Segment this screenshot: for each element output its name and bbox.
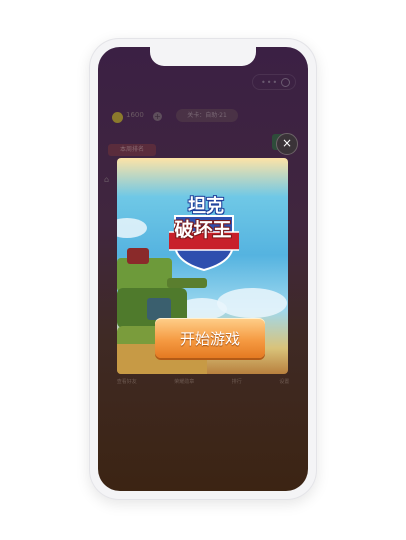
start-game-button[interactable]: 开始游戏 (155, 318, 265, 358)
level-indicator: 关卡：自助·21 (176, 109, 238, 122)
more-icon[interactable]: ••• (261, 78, 278, 87)
cloud-decoration (117, 218, 147, 238)
app-screen: ••• 1600 + 关卡：自助·21 本周排名 ⌂ 查看好友 荣耀勋章 排行 … (98, 47, 308, 491)
mini-program-capsule[interactable]: ••• (252, 74, 296, 90)
coin-value: 1600 (126, 111, 144, 119)
tab-friends[interactable]: 查看好友 (117, 378, 137, 385)
home-icon[interactable]: ⌂ (104, 175, 109, 184)
tab-ranking[interactable]: 排行 (232, 378, 242, 385)
ranking-tag[interactable]: 本周排名 (108, 144, 156, 156)
phone-notch (150, 47, 256, 66)
bottom-tab-bar: 查看好友 荣耀勋章 排行 设置 (98, 378, 308, 385)
coin-icon (112, 112, 123, 123)
tab-settings[interactable]: 设置 (279, 378, 289, 385)
exit-circle-icon[interactable] (281, 78, 290, 87)
game-popup: 坦克 破坏王 开始游戏 (117, 158, 288, 374)
game-title-line2: 破坏王 (174, 219, 232, 241)
close-popup-button[interactable]: × (276, 133, 298, 155)
phone-frame: ••• 1600 + 关卡：自助·21 本周排名 ⌂ 查看好友 荣耀勋章 排行 … (89, 38, 317, 500)
add-coins-button[interactable]: + (153, 112, 162, 121)
tab-medals[interactable]: 荣耀勋章 (174, 378, 194, 385)
cloud-decoration (217, 288, 287, 318)
